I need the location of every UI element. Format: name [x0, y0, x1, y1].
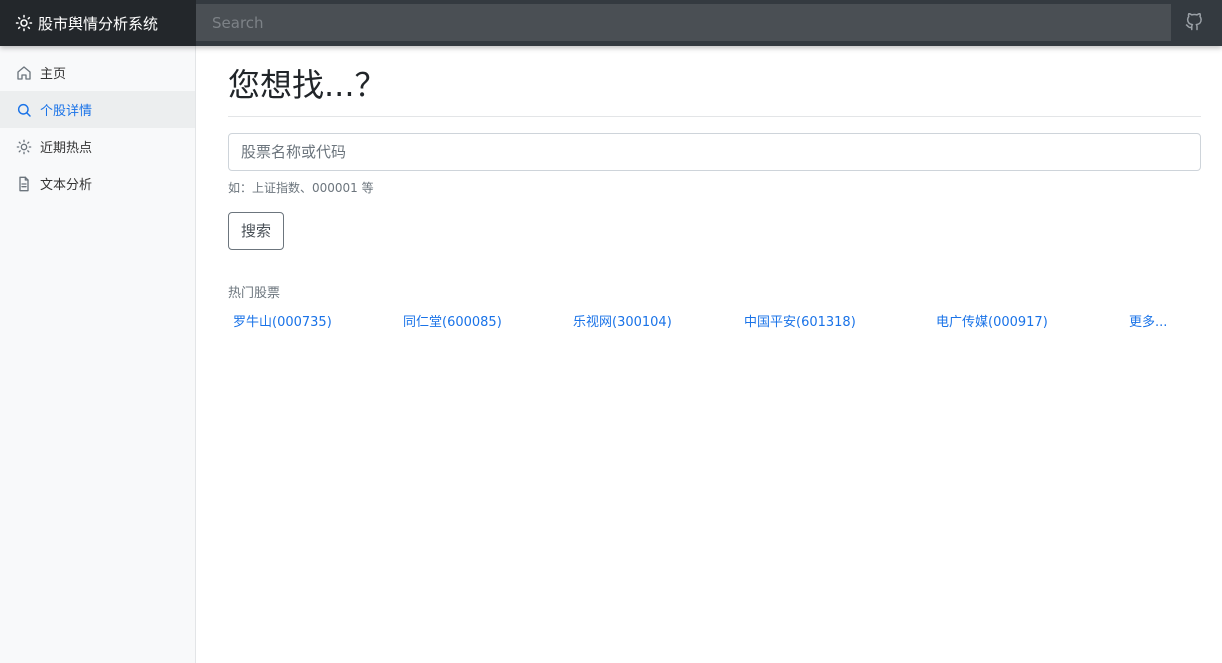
app-title: 股市舆情分析系统: [38, 14, 159, 33]
sidebar-item-home[interactable]: 主页: [0, 54, 195, 91]
hot-stocks-list: 罗牛山(000735) 同仁堂(600085) 乐视网(300104) 中国平安…: [228, 311, 1201, 335]
sidebar: 主页 个股详情 近期热点 文本分析: [0, 46, 196, 663]
home-icon: [16, 65, 32, 81]
search-button[interactable]: 搜索: [228, 212, 285, 250]
sidebar-item-label: 个股详情: [40, 104, 93, 119]
sidebar-item-label: 主页: [40, 67, 67, 82]
hot-stocks-label: 热门股票: [228, 286, 281, 301]
sidebar-item-text-analysis[interactable]: 文本分析: [0, 165, 195, 202]
top-navbar: 股市舆情分析系统: [0, 0, 1222, 46]
sidebar-item-stock-detail[interactable]: 个股详情: [0, 91, 195, 128]
more-link[interactable]: 更多...: [1129, 311, 1167, 330]
main-content: 您想找...？ 如：上证指数、000001 等 搜索 热门股票 罗牛山(0007…: [228, 46, 1201, 335]
hot-stock-link[interactable]: 中国平安(601318): [744, 311, 856, 330]
input-hint: 如：上证指数、000001 等: [228, 181, 374, 195]
hot-stock-link[interactable]: 乐视网(300104): [573, 311, 672, 330]
brand[interactable]: 股市舆情分析系统: [0, 0, 196, 46]
hot-stock-link[interactable]: 电广传媒(000917): [936, 311, 1048, 330]
top-search-input[interactable]: [196, 4, 1171, 41]
search-icon: [16, 102, 32, 118]
divider: [228, 116, 1201, 117]
sidebar-item-hot-topics[interactable]: 近期热点: [0, 128, 195, 165]
sun-icon: [16, 139, 32, 155]
sidebar-item-label: 近期热点: [40, 141, 93, 156]
hot-stock-link[interactable]: 罗牛山(000735): [233, 311, 332, 330]
sidebar-item-label: 文本分析: [40, 178, 93, 193]
github-icon[interactable]: [1185, 12, 1205, 33]
document-icon: [16, 176, 32, 192]
sun-icon: [15, 14, 33, 32]
stock-search-input[interactable]: [228, 133, 1201, 171]
page-title: 您想找...？: [228, 66, 387, 104]
hot-stock-link[interactable]: 同仁堂(600085): [403, 311, 502, 330]
